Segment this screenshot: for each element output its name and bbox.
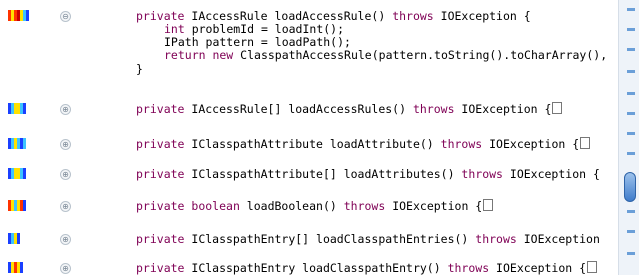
editor-gutter: ⊖ ⊕ ⊕ ⊕ ⊕ ⊕ ⊕	[0, 0, 80, 275]
heat-indicator	[8, 233, 20, 244]
code-line: private boolean loadBoolean() throws IOE…	[136, 199, 619, 213]
code-text: IOException {	[433, 9, 531, 23]
overview-marker[interactable]	[627, 252, 635, 255]
collapse-icon[interactable]: ⊖	[60, 11, 71, 22]
overview-marker[interactable]	[627, 8, 635, 11]
code-text: IClasspathEntry loadClasspathEntry()	[184, 261, 448, 275]
code-line: int problemId = loadInt();	[164, 22, 619, 36]
keyword: private	[136, 137, 185, 151]
overview-marker[interactable]	[627, 152, 635, 155]
code-text: ClasspathAccessRule(pattern.toString().t…	[233, 48, 608, 62]
code-text: IAccessRule[] loadAccessRules()	[184, 102, 413, 116]
keyword: private	[136, 261, 185, 275]
code-text: IClasspathAttribute[] loadAttributes()	[184, 167, 462, 181]
code-text: loadBoolean()	[239, 199, 344, 213]
code-text: IOException {	[385, 199, 483, 213]
keyword: int	[164, 22, 185, 36]
code-line: }	[136, 62, 619, 76]
overview-marker[interactable]	[627, 70, 635, 73]
code-text: IPath pattern = loadPath();	[164, 35, 351, 49]
overview-marker[interactable]	[627, 28, 635, 31]
keyword: return new	[164, 48, 234, 62]
code-line: private IAccessRule[] loadAccessRules() …	[136, 102, 619, 116]
heat-indicator	[8, 200, 26, 211]
heat-indicator	[8, 10, 29, 21]
code-text: IOException {	[502, 167, 600, 181]
keyword: private	[136, 232, 185, 246]
code-text: IOException {	[454, 102, 552, 116]
keyword: throws	[461, 167, 503, 181]
code-text: IOException	[516, 232, 600, 246]
keyword: throws	[447, 261, 490, 275]
code-text: IOException {	[489, 261, 587, 275]
keyword: throws	[392, 9, 434, 23]
heat-indicator	[8, 262, 23, 273]
keyword: throws	[475, 232, 517, 246]
folded-code-box[interactable]	[587, 261, 598, 273]
expand-icon[interactable]: ⊕	[60, 234, 71, 245]
expand-icon[interactable]: ⊕	[60, 201, 71, 212]
keyword: throws	[343, 199, 386, 213]
expand-icon[interactable]: ⊕	[60, 139, 71, 150]
folded-code-box[interactable]	[552, 102, 563, 114]
code-text: IClasspathEntry[] loadClasspathEntries()	[184, 232, 476, 246]
code-line: private IClasspathEntry[] loadClasspathE…	[136, 232, 619, 246]
overview-marker[interactable]	[627, 48, 635, 51]
keyword: private	[136, 9, 185, 23]
vertical-scrollbar[interactable]	[618, 0, 639, 275]
overview-marker[interactable]	[627, 92, 635, 95]
code-text: IAccessRule loadAccessRule()	[184, 9, 393, 23]
code-line: return new ClasspathAccessRule(pattern.t…	[164, 48, 619, 62]
code-line: private IClasspathEntry loadClasspathEnt…	[136, 261, 619, 275]
code-line: IPath pattern = loadPath();	[164, 35, 619, 49]
keyword: private	[136, 102, 185, 116]
folded-code-box[interactable]	[580, 137, 591, 149]
overview-marker[interactable]	[627, 230, 635, 233]
expand-icon[interactable]: ⊕	[60, 263, 71, 274]
expand-icon[interactable]: ⊕	[60, 169, 71, 180]
keyword: throws	[440, 137, 483, 151]
code-text: IOException {	[482, 137, 580, 151]
expand-icon[interactable]: ⊕	[60, 104, 71, 115]
overview-marker[interactable]	[627, 112, 635, 115]
heat-indicator	[8, 168, 26, 179]
code-line: private IClasspathAttribute loadAttribut…	[136, 137, 619, 151]
heat-indicator	[8, 103, 26, 114]
code-text: }	[136, 62, 143, 76]
scrollbar-thumb[interactable]	[624, 172, 636, 202]
folded-code-box[interactable]	[483, 199, 494, 211]
keyword: throws	[412, 102, 455, 116]
overview-marker[interactable]	[627, 210, 635, 213]
code-text: problemId = loadInt();	[184, 22, 345, 36]
code-editor[interactable]: private IAccessRule loadAccessRule() thr…	[136, 0, 619, 275]
keyword: private	[136, 199, 185, 213]
keyword: private	[136, 167, 185, 181]
heat-indicator	[8, 138, 26, 149]
keyword: boolean	[191, 199, 240, 213]
code-line: private IAccessRule loadAccessRule() thr…	[136, 9, 619, 23]
code-text: IClasspathAttribute loadAttribute()	[184, 137, 441, 151]
code-line: private IClasspathAttribute[] loadAttrib…	[136, 167, 619, 181]
overview-marker[interactable]	[627, 132, 635, 135]
